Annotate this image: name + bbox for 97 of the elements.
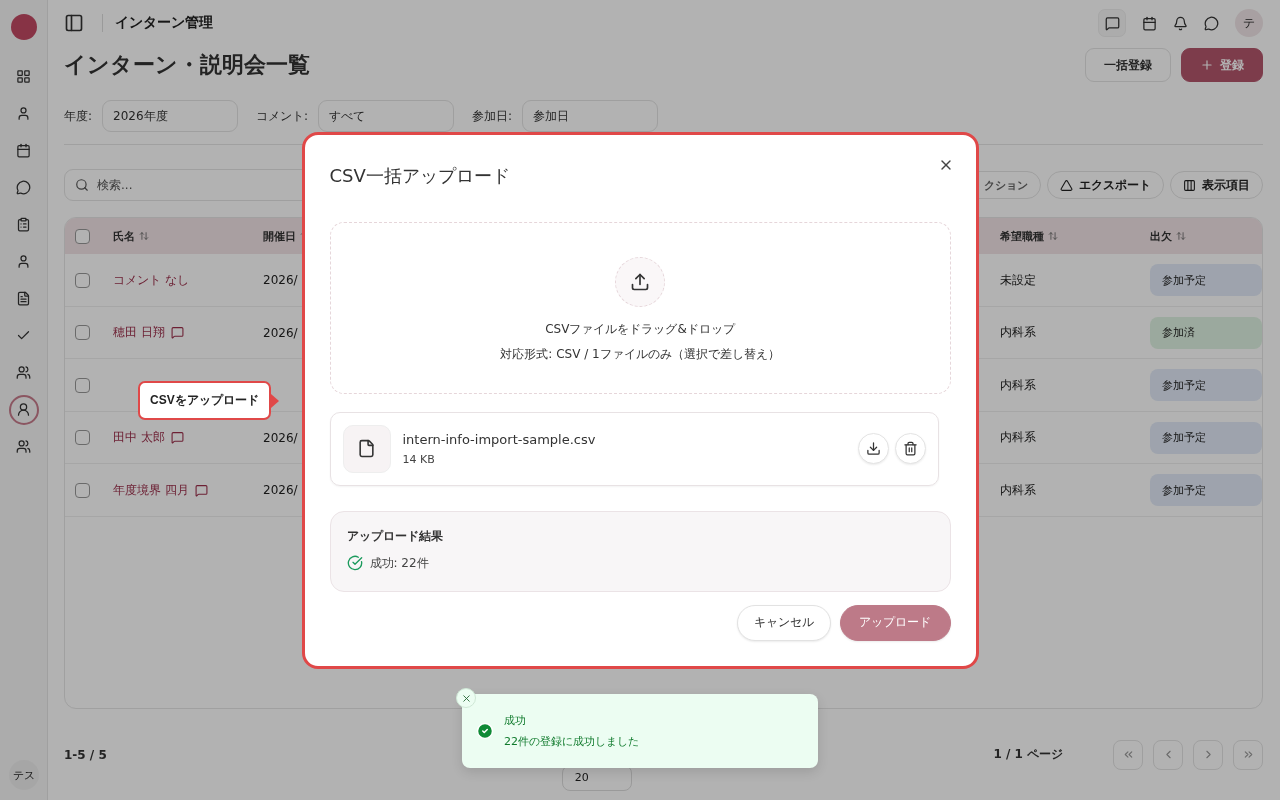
upload-icon — [630, 271, 650, 292]
filter-label: コメント: — [256, 107, 309, 125]
user-icon — [16, 254, 31, 269]
message-icon — [1104, 15, 1120, 31]
chat-icon — [16, 180, 31, 195]
clipboard-icon — [16, 217, 31, 232]
tooltip: CSVをアップロード — [138, 381, 271, 420]
toast-message: 22件の登録に成功しました — [504, 734, 639, 749]
bulk-register-button[interactable]: 一括登録 — [1085, 48, 1171, 83]
table-cell: 2026/ — [263, 273, 298, 288]
column-header[interactable]: 希望職種 — [1000, 228, 1044, 244]
download-button[interactable] — [857, 433, 889, 464]
download-icon — [865, 441, 881, 456]
user-avatar[interactable]: テス — [8, 760, 39, 790]
table-cell: 2026/ — [263, 483, 298, 498]
search-icon — [75, 178, 89, 193]
person-icon — [16, 402, 31, 417]
dialog-title: CSV一括アップロード — [329, 163, 511, 188]
drop-zone[interactable]: CSVファイルをドラッグ&ドロップ 対応形式: CSV / 1ファイルのみ（選択で差し替え） — [329, 221, 951, 394]
triangle-icon — [1060, 178, 1073, 192]
filter-select[interactable]: 参加日 — [522, 100, 659, 133]
app-title: インターン管理 — [102, 14, 213, 33]
name-link[interactable]: 年度境界 四月 — [113, 481, 189, 499]
toolbar-button[interactable]: 表示項目 — [1170, 171, 1263, 200]
cancel-button[interactable]: キャンセル — [736, 604, 831, 641]
table-cell: 2026/ — [263, 430, 298, 445]
page-title: インターン・説明会一覧 — [64, 51, 310, 80]
upload-button[interactable]: アップロード — [839, 604, 951, 641]
name-link[interactable]: コメント なし — [113, 271, 189, 289]
check-circle-icon — [346, 555, 363, 571]
sort-icon[interactable] — [1048, 231, 1058, 242]
file-icon — [357, 439, 376, 458]
page-indicator: 1 / 1 ページ — [993, 746, 1063, 763]
row-count: 1-5 / 5 — [64, 747, 107, 762]
success-icon — [476, 722, 494, 740]
select-all-checkbox[interactable] — [75, 228, 90, 244]
row-checkbox[interactable] — [75, 482, 90, 498]
table-cell: 未設定 — [1000, 271, 1036, 289]
table-cell: 2026/ — [263, 325, 298, 340]
column-header[interactable]: 開催日 — [263, 228, 296, 244]
column-header[interactable]: 出欠 — [1150, 228, 1172, 244]
comment-icon — [170, 431, 184, 445]
bell-icon[interactable] — [1173, 15, 1188, 31]
columns-icon — [1183, 178, 1196, 192]
table-cell: 内科系 — [1000, 429, 1036, 447]
users-icon — [16, 439, 31, 454]
sidebar-item[interactable] — [8, 394, 39, 425]
table-cell: 内科系 — [1000, 376, 1036, 394]
comment-icon — [194, 483, 208, 497]
close-icon — [460, 692, 472, 704]
sort-icon[interactable] — [1176, 231, 1186, 242]
file-name: intern-info-import-sample.csv — [402, 431, 596, 447]
drop-hint: 対応形式: CSV / 1ファイルのみ（選択で差し替え） — [500, 345, 780, 363]
filter-select[interactable]: すべて — [318, 100, 455, 133]
message-button[interactable] — [1098, 9, 1126, 38]
document-icon — [16, 291, 31, 306]
plus-icon — [1200, 58, 1214, 73]
row-checkbox[interactable] — [75, 272, 90, 288]
attendance-badge: 参加予定 — [1150, 369, 1262, 402]
filter-select[interactable]: 2026年度 — [102, 100, 239, 133]
result-title: アップロード結果 — [346, 527, 444, 545]
row-checkbox[interactable] — [75, 377, 90, 393]
chat-icon[interactable] — [1204, 15, 1219, 31]
row-checkbox[interactable] — [75, 430, 90, 446]
row-checkbox[interactable] — [75, 325, 90, 341]
calendar-icon — [16, 143, 31, 158]
toast-title: 成功 — [504, 713, 527, 728]
trash-icon — [902, 441, 918, 456]
filter-label: 参加日: — [472, 107, 513, 125]
filter-label: 年度: — [64, 107, 93, 125]
sidebar-toggle-icon[interactable] — [64, 13, 84, 34]
attendance-badge: 参加予定 — [1150, 421, 1262, 454]
delete-button[interactable] — [894, 433, 926, 464]
result-text: 成功: 22件 — [369, 554, 429, 572]
user-avatar[interactable]: テ — [1235, 9, 1263, 38]
drop-title: CSVファイルをドラッグ&ドロップ — [545, 320, 735, 338]
sort-icon[interactable] — [139, 231, 149, 242]
register-button[interactable]: 登録 — [1181, 48, 1263, 83]
attendance-badge: 参加予定 — [1150, 264, 1262, 297]
tooltip-arrow-icon — [270, 393, 279, 408]
upload-button[interactable] — [615, 256, 665, 307]
grid-icon — [16, 69, 31, 84]
toolbar-button[interactable]: エクスポート — [1047, 171, 1164, 200]
table-cell: 内科系 — [1000, 324, 1036, 342]
table-cell: 内科系 — [1000, 481, 1036, 499]
users-icon — [16, 365, 31, 380]
user-icon — [16, 106, 31, 121]
file-size: 14 KB — [402, 452, 436, 466]
logo-icon — [10, 14, 37, 40]
name-link[interactable]: 田中 太郎 — [113, 429, 165, 447]
attendance-badge: 参加済 — [1150, 316, 1262, 349]
calendar-icon[interactable] — [1142, 15, 1157, 31]
column-header[interactable]: 氏名 — [113, 228, 135, 244]
comment-icon — [170, 326, 184, 340]
close-button[interactable] — [456, 688, 476, 708]
attendance-badge: 参加予定 — [1150, 474, 1262, 507]
name-link[interactable]: 穂田 日翔 — [113, 324, 165, 342]
